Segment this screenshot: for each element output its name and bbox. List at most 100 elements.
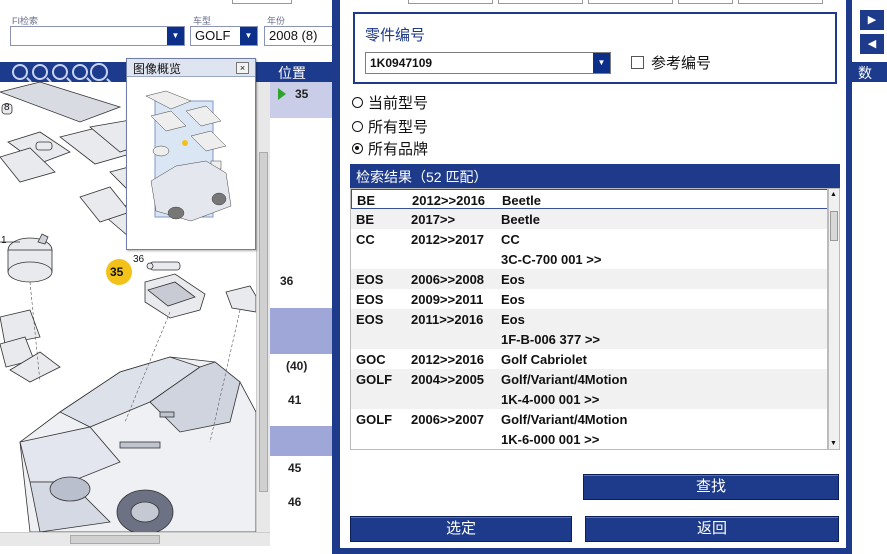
row-name: Eos [501,312,525,327]
overview-thumbnail[interactable] [131,81,251,246]
row-name: Beetle [501,212,541,227]
radio-all-models[interactable] [352,121,363,132]
chevron-down-icon[interactable]: ▼ [167,27,184,45]
search-button[interactable]: 查找 [583,474,839,500]
diagram-horizontal-scrollbar[interactable] [0,532,270,546]
table-row[interactable]: 3C-C-700 001 >> [351,249,827,269]
row-name: Golf Cabriolet [501,352,587,367]
table-row[interactable]: BE 2017>> Beetle [351,209,827,229]
part-number-label: 零件编号 [365,27,426,44]
radio-all-brands[interactable] [352,143,363,154]
position-35[interactable]: 35 [295,87,308,101]
overview-title[interactable]: 图像概览 × [127,59,255,77]
scroll-thumb[interactable] [830,211,838,241]
reference-number-checkbox[interactable] [631,56,644,69]
position-40[interactable]: (40) [286,359,307,373]
table-row[interactable]: 1K-6-000 001 >> [351,429,827,449]
row-code: CC [356,232,375,247]
position-46[interactable]: 46 [288,495,301,509]
table-row[interactable]: GOLF 2006>>2007 Golf/Variant/4Motion [351,409,827,429]
zoom-out-icon[interactable] [32,64,48,80]
row-name: Golf/Variant/4Motion [501,372,628,387]
row-name: 1F-B-006 377 >> [501,332,601,347]
row-years: 2012>>2017 [411,232,485,247]
tab-stub[interactable] [588,0,673,4]
row-name: CC [501,232,520,247]
radio-all-models-label[interactable]: 所有型号 [368,116,428,137]
model-value: GOLF [195,28,231,43]
row-years: 2012>>2016 [411,352,485,367]
reference-number-label[interactable]: 参考编号 [651,52,711,73]
row-years: 2017>> [411,212,456,227]
scroll-up-icon[interactable]: ▲ [830,191,837,198]
scroll-down-icon[interactable]: ▼ [830,440,837,447]
tab-stub[interactable] [232,0,292,4]
callout-36[interactable]: 36 [133,254,144,265]
callout-8[interactable]: 8 [4,102,10,113]
table-row[interactable]: BE 2012>>2016 Beetle [351,189,827,209]
part-number-group: 零件编号 1K0947109 ▼ 参考编号 [353,12,837,84]
radio-all-brands-label[interactable]: 所有品牌 [368,138,428,159]
row-name: 1K-4-000 001 >> [501,392,600,407]
position-36[interactable]: 36 [280,274,293,288]
year-value: 2008 (8) [269,28,318,43]
scroll-thumb[interactable] [70,535,160,544]
table-row[interactable]: EOS 2009>>2011 Eos [351,289,827,309]
chevron-down-icon[interactable]: ▼ [240,27,257,45]
position-41[interactable]: 41 [288,393,301,407]
select-button[interactable]: 选定 [350,516,572,542]
row-code: EOS [356,272,384,287]
callout-1[interactable]: 1 [1,235,7,246]
position-band [270,308,332,354]
row-code: GOC [356,352,386,367]
year-combo[interactable]: 2008 (8) [264,26,334,46]
row-years: 2009>>2011 [411,292,484,307]
selection-arrow-icon [278,88,286,100]
part-number-input[interactable]: 1K0947109 ▼ [365,52,611,74]
row-name: Beetle [502,193,542,208]
zoom-area-icon[interactable] [72,64,88,80]
tab-stub[interactable] [738,0,823,4]
results-scrollbar[interactable]: ▲ ▼ [828,188,840,450]
table-row[interactable]: EOS 2011>>2016 Eos [351,309,827,329]
quantity-column-header[interactable]: 数 [852,62,887,82]
zoom-in-icon[interactable] [12,64,28,80]
table-row[interactable]: CC 2012>>2017 CC [351,229,827,249]
radio-current-model[interactable] [352,97,363,108]
tab-stub[interactable] [498,0,583,4]
chevron-down-icon[interactable]: ▼ [593,53,610,73]
table-row[interactable]: EOS 2006>>2008 Eos [351,269,827,289]
dialog-body: 零件编号 1K0947109 ▼ 参考编号 当前型号 所有型号 所有品牌 检索结… [340,0,846,548]
fi-search-combo[interactable]: ▼ [10,26,185,46]
tab-stub[interactable] [678,0,733,4]
right-panel: ▶ ◀ [852,0,887,554]
zoom-fit-icon[interactable] [52,64,68,80]
model-combo[interactable]: GOLF ▼ [190,26,258,46]
overview-title-text: 图像概览 [133,62,182,76]
next-page-icon[interactable]: ▶ [860,10,884,30]
row-name: Eos [501,292,525,307]
scroll-thumb[interactable] [259,152,268,492]
row-name: Golf/Variant/4Motion [501,412,628,427]
table-row[interactable]: 1K-4-000 001 >> [351,389,827,409]
table-row[interactable]: 1F-B-006 377 >> [351,329,827,349]
overview-window[interactable]: 图像概览 × [126,58,256,250]
position-column: 35 36 (40) 41 45 46 [270,82,332,552]
close-icon[interactable]: × [236,62,249,74]
back-button[interactable]: 返回 [585,516,839,542]
position-column-header[interactable]: 位置 [270,62,332,82]
position-45[interactable]: 45 [288,461,301,475]
filter-bar: FI检索 ▼ 车型 GOLF ▼ 年份 2008 (8) [0,0,335,62]
previous-page-icon[interactable]: ◀ [860,34,884,54]
row-years: 2012>>2016 [412,193,486,208]
table-row[interactable]: GOLF 2004>>2005 Golf/Variant/4Motion [351,369,827,389]
radio-current-model-label[interactable]: 当前型号 [368,92,428,113]
row-name: 3C-C-700 001 >> [501,252,602,267]
table-row[interactable]: GOC 2012>>2016 Golf Cabriolet [351,349,827,369]
diagram-vertical-scrollbar[interactable] [256,82,270,532]
results-list[interactable]: BE 2012>>2016 Beetle BE 2017>> Beetle CC… [350,188,828,450]
callout-35[interactable]: 35 [110,265,123,279]
row-years: 2004>>2005 [411,372,485,387]
tab-stub[interactable] [408,0,493,4]
magnifier-icon[interactable] [90,63,108,81]
